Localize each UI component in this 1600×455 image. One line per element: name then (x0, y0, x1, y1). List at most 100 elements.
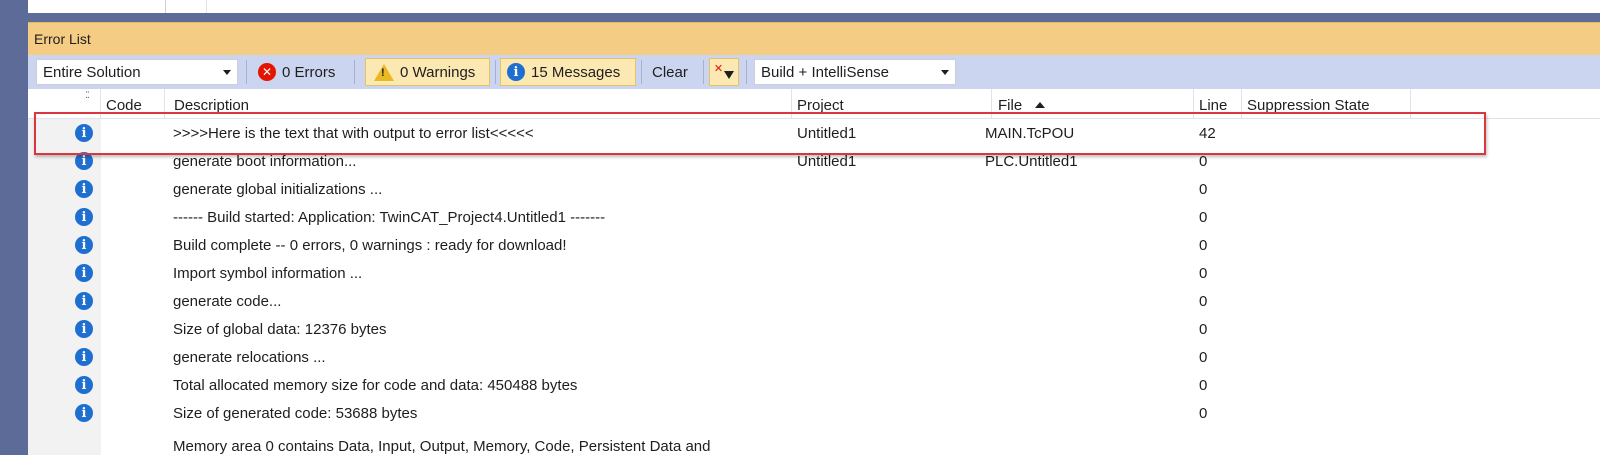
info-circle-icon: i (75, 348, 93, 366)
chevron-down-icon (941, 70, 949, 75)
row-file: PLC.Untitled1 (985, 153, 1078, 170)
table-row[interactable]: i generate global initializations ... 0 (28, 175, 1600, 203)
table-row[interactable]: i ------ Build started: Application: Twi… (28, 203, 1600, 231)
error-list-toolbar: Entire Solution ✕ 0 Errors ! 0 Warnings … (28, 55, 1600, 89)
row-line: 0 (1199, 405, 1208, 422)
warnings-filter-button[interactable]: ! 0 Warnings (365, 58, 490, 86)
table-row[interactable]: i generate code... 0 (28, 287, 1600, 315)
chevron-down-icon (223, 70, 231, 75)
panel-title: Error List (34, 31, 91, 47)
toolbar-separator (246, 60, 247, 84)
column-separator[interactable] (791, 89, 792, 119)
editor-divider-2 (206, 0, 207, 13)
table-row[interactable]: i Total allocated memory size for code a… (28, 371, 1600, 399)
messages-count: 15 Messages (531, 63, 621, 81)
table-row[interactable]: i Build complete -- 0 errors, 0 warnings… (28, 231, 1600, 259)
column-separator[interactable] (164, 89, 165, 119)
column-header-suppression-state[interactable]: Suppression State (1247, 97, 1370, 114)
row-description: generate global initializations ... (173, 181, 383, 198)
toolbar-separator (703, 60, 704, 84)
table-row[interactable]: i Size of global data: 12376 bytes 0 (28, 315, 1600, 343)
toolbar-separator (746, 60, 747, 84)
table-row[interactable]: i >>>>Here is the text that with output … (28, 119, 1600, 147)
panel-splitter[interactable] (28, 13, 1600, 22)
info-circle-icon: i (75, 208, 93, 226)
info-circle-icon: i (75, 292, 93, 310)
row-line: 42 (1199, 125, 1216, 142)
info-circle-icon: i (75, 236, 93, 254)
left-tool-rail (0, 0, 28, 455)
toolbar-separator (354, 60, 355, 84)
editor-divider (165, 0, 166, 13)
errors-filter-button[interactable]: ✕ 0 Errors (252, 58, 347, 86)
column-header-project[interactable]: Project (797, 97, 844, 114)
row-description: Size of global data: 12376 bytes (173, 321, 387, 338)
warning-triangle-icon: ! (374, 63, 394, 81)
info-circle-icon: i (75, 124, 93, 142)
row-line: 0 (1199, 237, 1208, 254)
column-separator[interactable] (100, 89, 101, 119)
partial-row-description: Memory area 0 contains Data, Input, Outp… (173, 438, 711, 455)
row-project: Untitled1 (797, 125, 857, 142)
row-description: generate boot information... (173, 153, 357, 170)
error-list-panel: Error List Entire Solution ✕ 0 Errors ! … (28, 22, 1600, 455)
info-circle-icon: i (75, 320, 93, 338)
row-line: 0 (1199, 209, 1208, 226)
row-file: MAIN.TcPOU (985, 125, 1075, 142)
clear-filter-button[interactable]: ✕ (709, 58, 739, 86)
row-description: generate code... (173, 293, 282, 310)
sort-ascending-icon (1035, 102, 1045, 108)
row-description: Import symbol information ... (173, 265, 363, 282)
row-description: ------ Build started: Application: TwinC… (173, 209, 606, 226)
row-description: Size of generated code: 53688 bytes (173, 405, 418, 422)
column-header-row: ⁚⁚ Code Description Project File Line Su… (28, 89, 1600, 119)
errors-count: 0 Errors (282, 63, 336, 81)
row-description: Total allocated memory size for code and… (173, 377, 578, 394)
build-source-dropdown[interactable]: Build + IntelliSense (754, 59, 956, 85)
messages-filter-button[interactable]: i 15 Messages (500, 58, 636, 86)
row-description: generate relocations ... (173, 349, 326, 366)
column-header-description[interactable]: Description (174, 97, 249, 114)
column-options-icon[interactable]: ⁚⁚ (85, 91, 90, 100)
document-strip (28, 0, 1600, 13)
row-description: Build complete -- 0 errors, 0 warnings :… (173, 237, 567, 254)
info-circle-icon: i (75, 376, 93, 394)
info-circle-icon: i (75, 264, 93, 282)
column-separator[interactable] (1193, 89, 1194, 119)
row-line: 0 (1199, 377, 1208, 394)
row-line: 0 (1199, 321, 1208, 338)
info-circle-icon: i (75, 180, 93, 198)
column-header-file[interactable]: File (998, 97, 1022, 114)
info-circle-icon: i (507, 63, 525, 81)
row-description: >>>>Here is the text that with output to… (173, 125, 534, 142)
row-line: 0 (1199, 349, 1208, 366)
row-line: 0 (1199, 265, 1208, 282)
toolbar-separator (641, 60, 642, 84)
row-line: 0 (1199, 293, 1208, 310)
error-list-rows: i >>>>Here is the text that with output … (28, 119, 1600, 427)
toolbar-separator (495, 60, 496, 84)
warnings-count: 0 Warnings (400, 63, 476, 81)
column-header-line[interactable]: Line (1199, 97, 1227, 114)
row-project: Untitled1 (797, 153, 857, 170)
table-row[interactable]: i Import symbol information ... 0 (28, 259, 1600, 287)
table-row[interactable]: i generate relocations ... 0 (28, 343, 1600, 371)
scope-dropdown[interactable]: Entire Solution (36, 59, 238, 85)
info-circle-icon: i (75, 404, 93, 422)
column-separator[interactable] (1241, 89, 1242, 119)
panel-titlebar[interactable]: Error List (28, 22, 1600, 55)
scope-dropdown-value: Entire Solution (43, 64, 141, 81)
clear-label: Clear (652, 63, 688, 81)
error-circle-icon: ✕ (258, 63, 276, 81)
row-line: 0 (1199, 181, 1208, 198)
clear-button[interactable]: Clear (646, 58, 696, 86)
funnel-icon (724, 71, 735, 79)
row-line: 0 (1199, 153, 1208, 170)
build-source-value: Build + IntelliSense (761, 64, 889, 81)
clear-filter-icon: ✕ (713, 62, 724, 75)
column-separator[interactable] (991, 89, 992, 119)
table-row[interactable]: i Size of generated code: 53688 bytes 0 (28, 399, 1600, 427)
column-separator[interactable] (1410, 89, 1411, 119)
column-header-code[interactable]: Code (106, 97, 142, 114)
table-row[interactable]: i generate boot information... Untitled1… (28, 147, 1600, 175)
